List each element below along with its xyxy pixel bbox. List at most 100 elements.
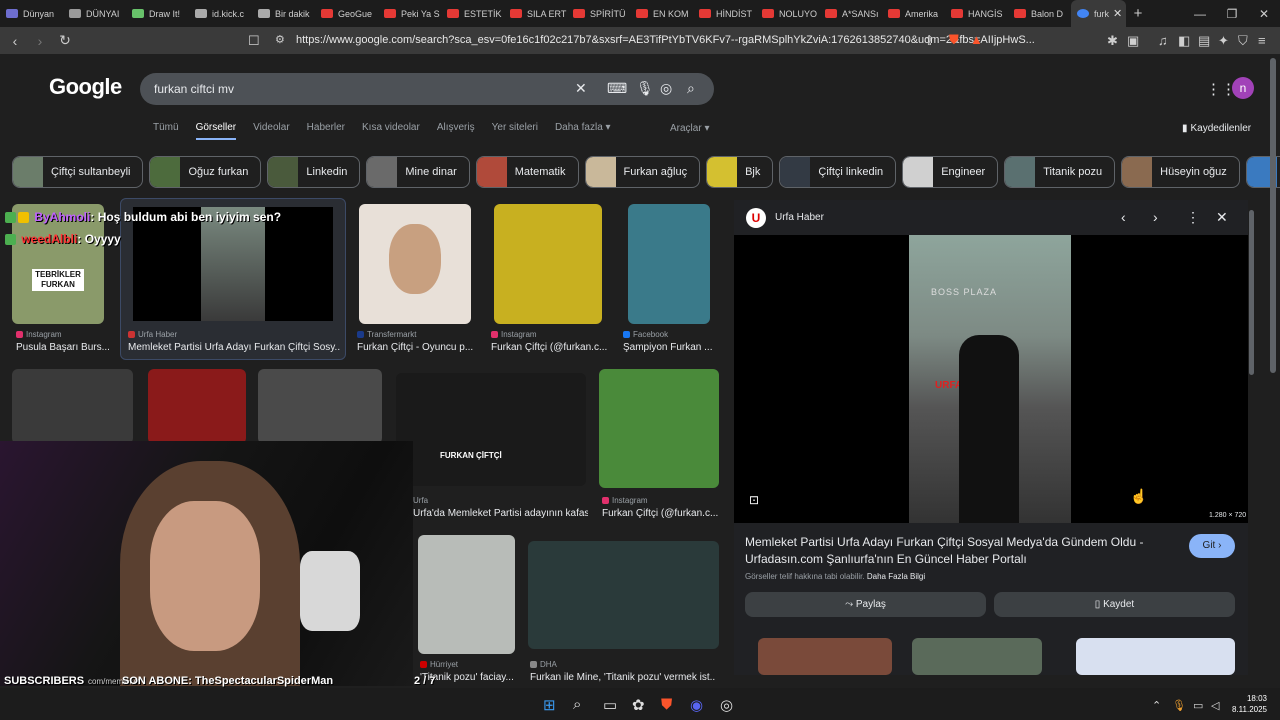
result-caption-4[interactable]: Furkan Çiftçi (@furkan.c...	[491, 342, 609, 353]
screenshot-icon[interactable]: ▣	[1127, 33, 1139, 49]
visit-button[interactable]: Git ›	[1189, 534, 1235, 558]
result-image-7[interactable]	[148, 369, 246, 444]
related-image-1[interactable]	[758, 638, 892, 675]
search-tab[interactable]: Yer siteleri	[492, 122, 538, 140]
volume-icon[interactable]: ◁	[1211, 699, 1219, 712]
result-caption-6[interactable]: Urfa'da Memleket Partisi adayının kafası…	[413, 508, 588, 519]
related-chip[interactable]: Matematik	[475, 156, 579, 188]
browser-tab[interactable]: Amerika	[882, 0, 945, 27]
browser-tab[interactable]: id.kick.c	[189, 0, 252, 27]
browser-tab[interactable]: ESTETİK	[441, 0, 504, 27]
related-chip[interactable]: Hüseyin oğuz	[1121, 156, 1240, 188]
related-image-2[interactable]	[912, 638, 1042, 675]
task-view-icon[interactable]: ▭	[603, 696, 617, 714]
result-caption-9[interactable]: Furkan ile Mine, 'Titanik pozu' vermek i…	[530, 672, 715, 683]
result-caption-7[interactable]: Furkan Çiftçi (@furkan.c...	[602, 508, 720, 519]
wallet-icon[interactable]: ▤	[1198, 33, 1210, 49]
back-icon[interactable]: ‹	[5, 33, 25, 49]
browser-tab[interactable]: SILA ERT	[504, 0, 567, 27]
brave-rewards-icon[interactable]: ▲	[970, 32, 983, 47]
previous-icon[interactable]: ‹	[1121, 209, 1126, 225]
related-chip[interactable]: Furkan ağluç	[584, 156, 701, 188]
brave-browser-icon[interactable]: ⛊	[661, 696, 672, 713]
result-image-11[interactable]	[418, 535, 515, 654]
saved-button[interactable]: ▮ Kaydedilenler	[1182, 123, 1251, 134]
result-image-8[interactable]	[258, 369, 382, 444]
result-image-6[interactable]	[12, 369, 133, 444]
related-chip[interactable]: Linkedin	[267, 156, 361, 188]
close-panel-icon[interactable]: ✕	[1216, 209, 1228, 226]
display-tray-icon[interactable]: ▭	[1193, 699, 1203, 712]
browser-tab[interactable]: Peki Ya S	[378, 0, 441, 27]
panel-scrollbar[interactable]	[1249, 210, 1254, 375]
taskbar-search-icon[interactable]: ⌕	[573, 696, 581, 713]
new-tab-button[interactable]: +	[1126, 5, 1150, 22]
browser-tab[interactable]: DÜNYAI	[63, 0, 126, 27]
microphone-tray-icon[interactable]: 🎙	[1172, 699, 1186, 712]
panel-source-name[interactable]: Urfa Haber	[775, 212, 824, 223]
browser-tab[interactable]: GeoGue	[315, 0, 378, 27]
search-tab[interactable]: Haberler	[307, 122, 345, 140]
browser-tab[interactable]: EN KOM	[630, 0, 693, 27]
browser-tab[interactable]: SPİRİTÜ	[567, 0, 630, 27]
maximize-icon[interactable]: ❐	[1216, 7, 1248, 21]
search-tab[interactable]: Kısa videolar	[362, 122, 420, 140]
search-tab[interactable]: Daha fazla ▾	[555, 122, 611, 140]
browser-tab[interactable]: HANGİS	[945, 0, 1008, 27]
chatgpt-icon[interactable]: ✿	[632, 696, 645, 714]
more-options-icon[interactable]: ⋮	[1186, 209, 1200, 226]
related-chip[interactable]: Oğuz furkan	[149, 156, 262, 188]
urfa-haber-logo-icon[interactable]: U	[746, 208, 766, 228]
leo-ai-icon[interactable]: ✦	[1218, 33, 1229, 49]
clock[interactable]: 18:03 8.11.2025	[1232, 693, 1267, 715]
share-page-icon[interactable]: ⇪	[924, 33, 935, 49]
search-tab[interactable]: Alışveriş	[437, 122, 475, 140]
keyboard-icon[interactable]: ⌨	[607, 80, 627, 97]
search-tab[interactable]: Videolar	[253, 122, 290, 140]
google-logo[interactable]: Google	[49, 74, 122, 100]
extensions-icon[interactable]: ✱	[1107, 33, 1118, 49]
preview-photo[interactable]: BOSS PLAZA URFA BASIN	[909, 235, 1071, 523]
search-tab[interactable]: Tümü	[153, 122, 179, 140]
browser-tab[interactable]: Balon D	[1008, 0, 1071, 27]
browser-tab-active[interactable]: furk ✕	[1071, 0, 1126, 27]
result-image-12[interactable]	[528, 541, 719, 649]
lens-icon[interactable]: ◎	[660, 80, 672, 97]
result-image-10[interactable]	[599, 369, 719, 488]
brave-shield-icon[interactable]: ⛊	[949, 32, 959, 48]
save-button[interactable]: ▯ Kaydet	[994, 592, 1235, 617]
related-chip[interactable]: Engineer	[902, 156, 999, 188]
related-image-3[interactable]	[1076, 638, 1235, 675]
forward-icon[interactable]: ›	[30, 33, 50, 49]
menu-icon[interactable]: ≡	[1258, 33, 1266, 48]
windows-start-icon[interactable]: ⊞	[543, 696, 556, 714]
media-icon[interactable]: ♫	[1158, 33, 1168, 48]
related-chip[interactable]: Çiftçi linkedin	[779, 156, 897, 188]
browser-tab[interactable]: Draw It!	[126, 0, 189, 27]
tools-button[interactable]: Araçlar ▾	[670, 123, 709, 134]
result-image-9[interactable]: FURKAN ÇİFTÇİ	[396, 373, 586, 486]
more-info-link[interactable]: Daha Fazla Bilgi	[867, 572, 925, 581]
minimize-icon[interactable]: —	[1184, 7, 1216, 21]
result-image-5[interactable]	[628, 204, 710, 324]
result-image-3[interactable]	[359, 204, 471, 324]
share-button[interactable]: ⤳ Paylaş	[745, 592, 986, 617]
browser-tab[interactable]: Bir dakik	[252, 0, 315, 27]
close-window-icon[interactable]: ✕	[1248, 7, 1280, 21]
search-icon[interactable]: ⌕	[687, 80, 695, 97]
site-info-icon[interactable]: ⚙	[275, 33, 285, 46]
preview-title[interactable]: Memleket Partisi Urfa Adayı Furkan Çiftç…	[745, 534, 1165, 568]
sidebar-icon[interactable]: ◧	[1178, 33, 1190, 49]
search-box[interactable]: furkan ciftci mv	[140, 73, 714, 105]
avatar[interactable]: n	[1232, 77, 1254, 99]
search-query[interactable]: furkan ciftci mv	[154, 82, 234, 96]
related-chip[interactable]: Mine dinar	[366, 156, 470, 188]
related-chip[interactable]: Titanik pozu	[1004, 156, 1116, 188]
obs-icon[interactable]: ◎	[720, 696, 733, 714]
reload-icon[interactable]: ↻	[55, 32, 75, 49]
page-scrollbar[interactable]	[1270, 58, 1276, 373]
lens-search-icon[interactable]: ⊡	[749, 493, 759, 507]
related-chip[interactable]: Bjk	[706, 156, 774, 188]
discord-icon[interactable]: ◉	[690, 696, 703, 714]
search-tab[interactable]: Görseller	[195, 122, 237, 140]
